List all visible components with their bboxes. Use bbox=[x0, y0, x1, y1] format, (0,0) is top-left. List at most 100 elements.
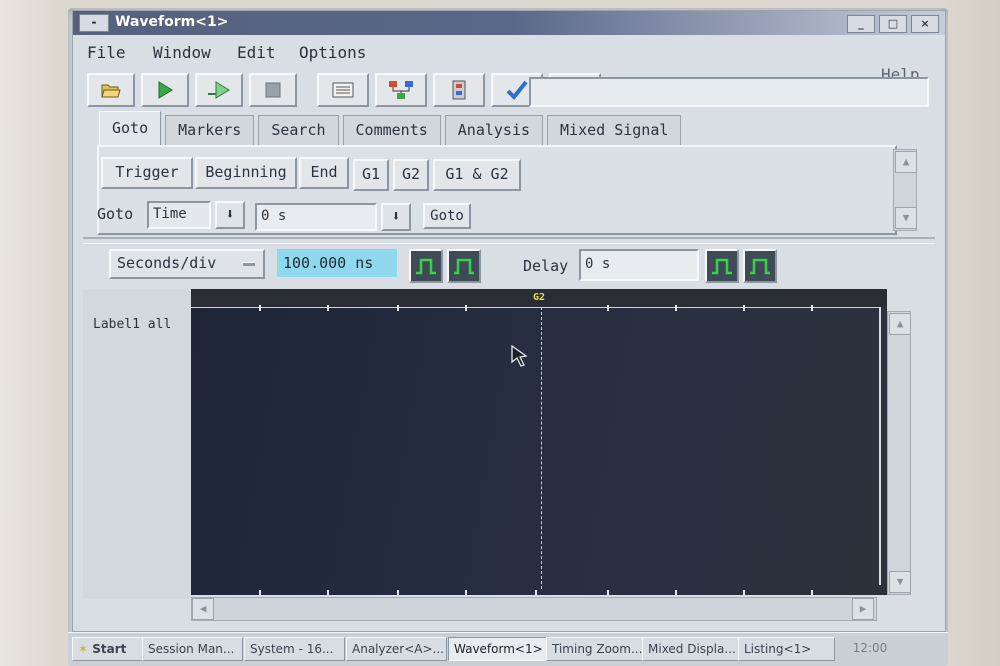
seconds-per-div-input[interactable]: 100.000 ns bbox=[277, 249, 397, 277]
tab-bar: Goto Markers Search Comments Analysis Mi… bbox=[99, 111, 682, 147]
stop-icon bbox=[265, 82, 281, 98]
beginning-button[interactable]: Beginning bbox=[195, 157, 297, 189]
panel-scrollbar[interactable]: ▲ ▼ bbox=[893, 149, 917, 231]
taskbar: ✶ Start Session Man... System - 16... An… bbox=[68, 632, 948, 666]
scroll-down-icon[interactable]: ▼ bbox=[889, 571, 911, 593]
trigger-button[interactable]: Trigger bbox=[101, 157, 193, 189]
time-tick bbox=[397, 305, 399, 311]
maximize-button[interactable]: □ bbox=[879, 15, 907, 33]
tab-mixed-signal[interactable]: Mixed Signal bbox=[547, 115, 682, 145]
stop-button[interactable] bbox=[249, 73, 297, 107]
start-label: Start bbox=[92, 642, 127, 656]
window-title: Waveform<1> bbox=[115, 14, 229, 30]
waveform-vscrollbar[interactable]: ▲ ▼ bbox=[887, 311, 911, 595]
pulse-icon bbox=[750, 258, 770, 275]
taskbar-item-listing[interactable]: Listing<1> bbox=[738, 637, 835, 661]
time-tick bbox=[743, 590, 745, 595]
listing-icon bbox=[332, 82, 354, 98]
time-tick bbox=[743, 305, 745, 311]
taskbar-item-timing-zoom[interactable]: Timing Zoom... bbox=[546, 637, 643, 661]
taskbar-item-waveform[interactable]: Waveform<1> bbox=[448, 637, 549, 661]
right-edge-line bbox=[879, 307, 881, 585]
menu-edit[interactable]: Edit bbox=[237, 43, 276, 62]
scroll-up-icon[interactable]: ▲ bbox=[895, 151, 917, 173]
time-tick bbox=[535, 590, 537, 595]
mouse-pointer-icon bbox=[511, 345, 528, 367]
run-button[interactable] bbox=[141, 73, 189, 107]
tab-comments[interactable]: Comments bbox=[342, 115, 441, 145]
delay-input[interactable]: 0 s bbox=[579, 249, 699, 281]
pulse-icon bbox=[416, 258, 436, 275]
clock: 12:00 bbox=[852, 641, 888, 655]
run-icon bbox=[158, 81, 173, 99]
delay-left-button[interactable] bbox=[705, 249, 739, 283]
taskbar-item-session[interactable]: Session Man... bbox=[142, 637, 243, 661]
open-button[interactable] bbox=[87, 73, 135, 107]
menu-options[interactable]: Options bbox=[299, 43, 366, 62]
close-button[interactable]: × bbox=[911, 15, 939, 33]
g2-button[interactable]: G2 bbox=[393, 159, 429, 191]
listing-button[interactable] bbox=[317, 73, 369, 107]
config-button[interactable] bbox=[433, 73, 485, 107]
taskbar-item-mixed-display[interactable]: Mixed Displa... bbox=[642, 637, 739, 661]
g1-button[interactable]: G1 bbox=[353, 159, 389, 191]
time-tick bbox=[811, 590, 813, 595]
menu-window[interactable]: Window bbox=[153, 43, 211, 62]
scroll-left-icon[interactable]: ◀ bbox=[192, 598, 214, 620]
scale-decrease-button[interactable] bbox=[409, 249, 443, 283]
g1-g2-button[interactable]: G1 & G2 bbox=[433, 159, 521, 191]
mode-dropdown-button[interactable]: ⬇ bbox=[215, 201, 245, 229]
timebase-controls: Seconds/div 100.000 ns Delay 0 s bbox=[73, 241, 945, 287]
window-menu-button[interactable]: - bbox=[79, 14, 109, 32]
delay-label: Delay bbox=[523, 257, 569, 275]
signal-label[interactable]: Label1 all bbox=[93, 317, 171, 332]
tab-markers[interactable]: Markers bbox=[165, 115, 255, 145]
run-repetitive-icon bbox=[208, 81, 230, 99]
pulse-icon bbox=[454, 258, 474, 275]
minimize-button[interactable]: _ bbox=[847, 15, 875, 33]
end-button[interactable]: End bbox=[299, 157, 349, 189]
delay-right-button[interactable] bbox=[743, 249, 777, 283]
scale-label: Seconds/div bbox=[117, 254, 217, 272]
goto-button[interactable]: Goto bbox=[423, 203, 471, 229]
tab-search[interactable]: Search bbox=[258, 115, 339, 145]
waveform-hscrollbar[interactable]: ◀ ▶ bbox=[191, 597, 877, 621]
scale-increase-button[interactable] bbox=[447, 249, 481, 283]
tab-analysis[interactable]: Analysis bbox=[444, 115, 544, 145]
menu-file[interactable]: File bbox=[87, 43, 126, 62]
overview-button[interactable] bbox=[375, 73, 427, 107]
taskbar-item-analyzer[interactable]: Analyzer<A>... bbox=[346, 637, 447, 661]
time-dropdown-button[interactable]: ⬇ bbox=[381, 203, 411, 231]
start-button[interactable]: ✶ Start bbox=[72, 637, 143, 661]
time-tick bbox=[811, 305, 813, 311]
pulse-icon bbox=[712, 258, 732, 275]
scroll-down-icon[interactable]: ▼ bbox=[895, 207, 917, 229]
scroll-up-icon[interactable]: ▲ bbox=[889, 313, 911, 335]
screen: - Waveform<1> _ □ × File Window Edit Opt… bbox=[68, 8, 948, 666]
signal-label-column: Label1 all bbox=[83, 289, 191, 599]
time-tick bbox=[607, 305, 609, 311]
time-tick bbox=[675, 590, 677, 595]
goto-time-input[interactable]: 0 s bbox=[255, 203, 377, 231]
menu-bar: File Window Edit Options Help bbox=[73, 37, 945, 84]
check-icon bbox=[506, 80, 528, 100]
open-folder-icon bbox=[101, 84, 121, 98]
overview-icon bbox=[389, 81, 413, 99]
g2-marker-label[interactable]: G2 bbox=[533, 292, 545, 303]
down-arrow-icon: ⬇ bbox=[225, 205, 235, 223]
time-tick bbox=[607, 590, 609, 595]
g2-marker-line[interactable] bbox=[541, 307, 542, 589]
tab-goto[interactable]: Goto bbox=[99, 111, 162, 147]
title-bar[interactable]: - Waveform<1> _ □ × bbox=[73, 11, 945, 35]
top-grid-line bbox=[191, 307, 881, 308]
taskbar-item-system[interactable]: System - 16... bbox=[244, 637, 345, 661]
time-tick bbox=[465, 305, 467, 311]
waveform-display[interactable]: G2 bbox=[191, 289, 887, 595]
goto-mode-field[interactable]: Time bbox=[147, 201, 211, 229]
scale-option-menu[interactable]: Seconds/div bbox=[109, 249, 265, 279]
time-tick bbox=[327, 590, 329, 595]
run-repetitive-button[interactable] bbox=[195, 73, 243, 107]
status-field bbox=[529, 77, 929, 107]
scroll-right-icon[interactable]: ▶ bbox=[852, 598, 874, 620]
star-icon: ✶ bbox=[78, 642, 89, 656]
